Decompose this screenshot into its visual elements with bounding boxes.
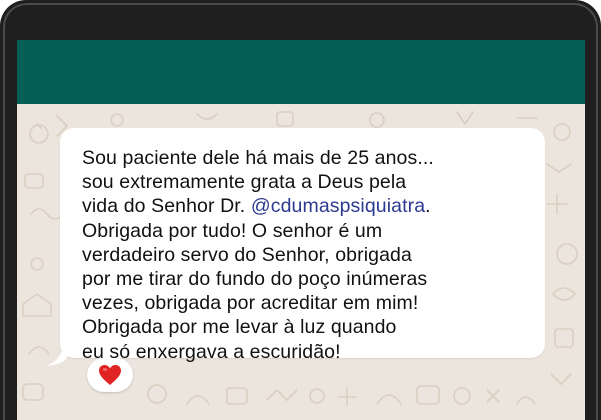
chat-header xyxy=(17,40,585,104)
mention-link[interactable]: @cdumaspsiquiatra xyxy=(251,195,425,217)
message-bubble[interactable]: Sou paciente dele há mais de 25 anos... … xyxy=(60,128,545,363)
chat-screen: Sou paciente dele há mais de 25 anos... … xyxy=(17,40,585,420)
phone-mockup: Sou paciente dele há mais de 25 anos... … xyxy=(0,0,601,420)
heart-icon xyxy=(99,365,121,385)
message-text: Sou paciente dele há mais de 25 anos... … xyxy=(82,146,532,364)
bubble-tail xyxy=(47,352,67,366)
message-text-part-2: . Obrigada por tudo! O senhor é um verda… xyxy=(82,195,431,363)
reaction-badge[interactable] xyxy=(87,358,133,392)
